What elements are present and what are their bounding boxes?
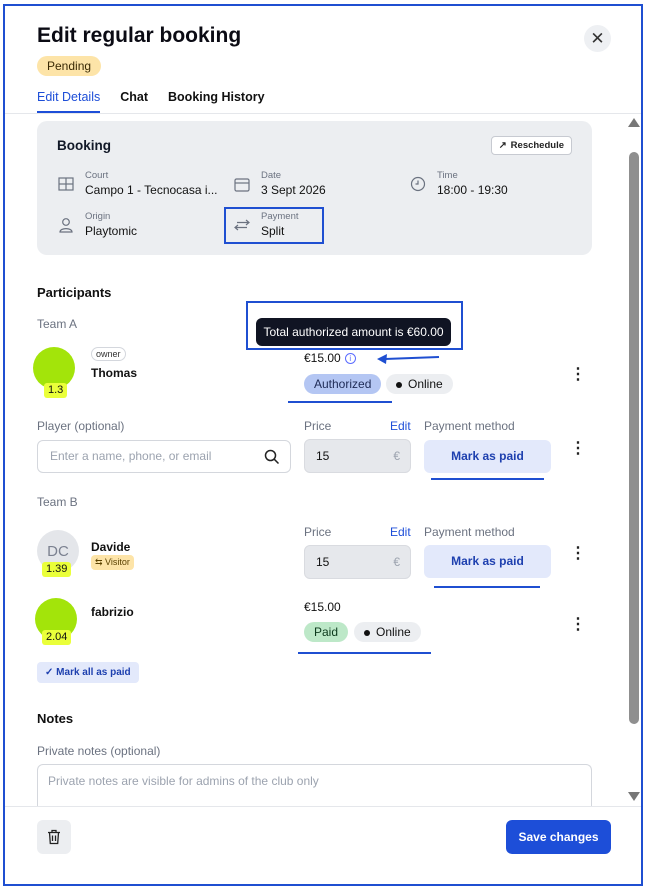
notes-field[interactable]	[37, 764, 592, 812]
delete-booking-button[interactable]	[37, 820, 71, 854]
tabs-divider	[5, 113, 641, 114]
dot-icon	[396, 381, 402, 388]
checkmark-icon: ✓	[45, 667, 54, 678]
info-icon[interactable]: i	[344, 353, 356, 365]
notes-title: Notes	[37, 711, 74, 726]
currency-symbol: €	[393, 555, 400, 569]
payment-online-label: Online	[408, 377, 443, 391]
edit-price-link[interactable]: Edit	[390, 419, 411, 433]
player-name-thomas: Thomas	[91, 366, 138, 380]
reschedule-button[interactable]: ↗ Reschedule	[490, 136, 572, 155]
court-field: Court Campo 1 - Tecnocasa i...	[57, 170, 218, 197]
annotation-underline	[431, 478, 544, 480]
scroll-up-arrow-icon[interactable]	[628, 118, 640, 127]
annotation-underline	[434, 586, 540, 588]
payment-method-label: Payment method	[424, 419, 515, 433]
calendar-icon	[233, 175, 251, 193]
visitor-tag: ⇆ Visitor	[91, 555, 134, 570]
level-badge-fabrizio: 2.04	[42, 630, 72, 645]
player-name-davide: Davide	[91, 540, 131, 554]
edit-price-link[interactable]: Edit	[390, 525, 411, 539]
payment-highlight-box	[224, 207, 324, 244]
notes-textarea[interactable]	[48, 774, 568, 804]
origin-value: Playtomic	[85, 224, 138, 238]
dot-icon	[364, 629, 370, 636]
amount-thomas: €15.00 i	[304, 351, 356, 365]
payment-online-label: Online	[376, 625, 411, 639]
time-field: Time 18:00 - 19:30	[409, 170, 508, 197]
origin-field: Origin Playtomic	[57, 211, 137, 238]
player-name-fabrizio: fabrizio	[91, 605, 134, 619]
date-field: Date 3 Sept 2026	[233, 170, 326, 197]
reschedule-label: Reschedule	[510, 140, 564, 151]
price-label: Price	[304, 525, 332, 539]
scroll-down-arrow-icon[interactable]	[628, 792, 640, 801]
player-search-input[interactable]	[50, 449, 250, 463]
level-badge-davide: 1.39	[42, 562, 72, 577]
mark-as-paid-button[interactable]: Mark as paid	[424, 440, 551, 473]
mark-all-as-paid-button[interactable]: ✓ Mark all as paid	[37, 662, 139, 683]
scrollbar-thumb[interactable]	[629, 152, 639, 724]
payment-pill-online-fabrizio: Online	[354, 622, 421, 642]
tab-bar: Edit Details Chat Booking History	[37, 90, 265, 113]
time-value: 18:00 - 19:30	[437, 183, 508, 197]
level-badge-thomas: 1.3	[44, 383, 68, 398]
status-badge: Pending	[37, 56, 102, 76]
tab-chat[interactable]: Chat	[120, 90, 148, 113]
close-button[interactable]: ✕	[584, 25, 611, 52]
booking-card-title: Booking	[57, 138, 111, 153]
more-options-davide-icon[interactable]: ⋮	[570, 546, 586, 562]
page-title: Edit regular booking	[37, 24, 242, 47]
annotation-arrow	[377, 354, 440, 364]
player-slot-label: Player (optional)	[37, 419, 125, 433]
tab-booking-history[interactable]: Booking History	[168, 90, 265, 113]
date-value: 3 Sept 2026	[261, 183, 326, 197]
status-pill-authorized: Authorized	[304, 374, 382, 394]
court-label: Court	[85, 170, 109, 181]
origin-label: Origin	[85, 211, 111, 222]
status-pill-paid: Paid	[304, 622, 349, 642]
court-value: Campo 1 - Tecnocasa i...	[85, 183, 218, 197]
currency-symbol: €	[393, 449, 400, 463]
court-icon	[57, 175, 75, 193]
authorized-tooltip: Total authorized amount is €60.00	[256, 318, 451, 346]
price-input[interactable]: 15 €	[304, 439, 411, 473]
participants-title: Participants	[37, 285, 112, 300]
arrow-up-right-icon: ↗	[498, 140, 507, 151]
amount-fabrizio: €15.00	[304, 600, 341, 614]
annotation-underline	[288, 401, 392, 403]
amount-thomas-value: €15.00	[304, 351, 341, 365]
user-icon	[57, 216, 75, 234]
more-options-slot-icon[interactable]: ⋮	[570, 441, 586, 457]
team-b-label: Team B	[37, 495, 78, 509]
payment-method-label: Payment method	[424, 525, 515, 539]
notes-label: Private notes (optional)	[37, 744, 161, 758]
time-label: Time	[437, 170, 458, 181]
tab-edit-details[interactable]: Edit Details	[37, 90, 101, 113]
more-options-fabrizio-icon[interactable]: ⋮	[570, 617, 586, 633]
close-icon: ✕	[590, 28, 605, 48]
trash-icon	[48, 829, 60, 845]
price-input[interactable]: 15 €	[304, 545, 411, 579]
price-label: Price	[304, 419, 332, 433]
mark-all-label: Mark all as paid	[56, 667, 131, 678]
search-icon[interactable]	[264, 449, 280, 465]
owner-tag: owner	[91, 347, 126, 361]
team-a-label: Team A	[37, 317, 78, 331]
date-label: Date	[261, 170, 282, 181]
mark-as-paid-button[interactable]: Mark as paid	[424, 545, 551, 578]
save-changes-button[interactable]: Save changes	[506, 820, 611, 854]
price-value: 15	[316, 449, 330, 463]
more-options-thomas-icon[interactable]: ⋮	[570, 367, 586, 383]
payment-pill-online-thomas: Online	[386, 374, 453, 394]
price-value: 15	[316, 555, 330, 569]
clock-icon	[409, 175, 427, 193]
player-search-field[interactable]	[37, 440, 291, 473]
annotation-underline	[298, 652, 431, 654]
